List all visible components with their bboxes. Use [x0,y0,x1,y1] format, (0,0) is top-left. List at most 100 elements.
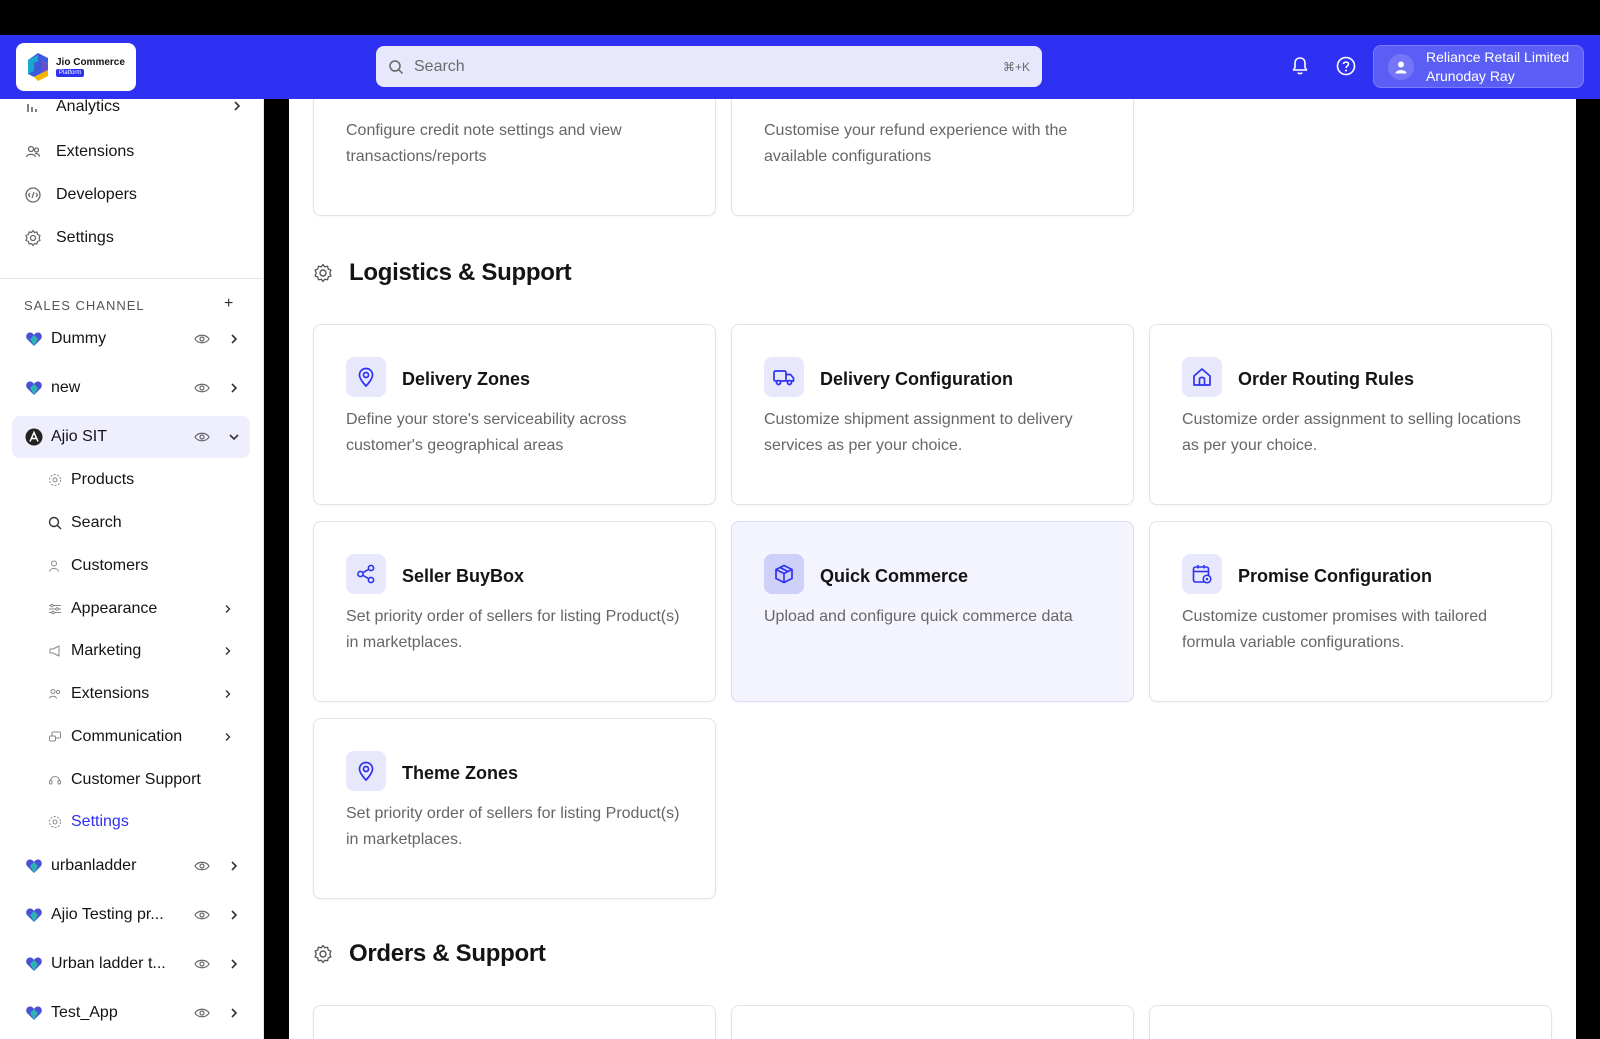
orders-card-1[interactable] [313,1005,716,1039]
orders-card-3[interactable] [1149,1005,1552,1039]
credit-note-card[interactable]: Configure credit note settings and view … [313,99,716,216]
chevron-right-icon[interactable] [227,908,241,922]
card-title: Promise Configuration [1238,566,1433,586]
global-search[interactable]: ⌘+K [376,46,1042,87]
user-name: Arunoday Ray [1426,67,1515,84]
sidebar-item-analytics[interactable]: Analytics [24,99,244,119]
eye-icon[interactable] [194,957,210,971]
channel-logo-icon [26,908,42,922]
channel-dummy[interactable]: Dummy [12,318,250,360]
subnav-search[interactable]: Search [48,512,244,534]
subnav-appearance[interactable]: Appearance [48,598,244,620]
add-sales-channel-button[interactable]: + [224,295,233,313]
refund-card[interactable]: Customise your refund experience with th… [731,99,1134,216]
channel-label: Dummy [51,330,107,347]
card-icon-box [1182,554,1222,594]
user-org: Reliance Retail Limited [1426,48,1570,65]
logo-icon [28,53,48,81]
section-title: Orders & Support [349,940,546,967]
subnav-label: Appearance [71,600,158,617]
chat-icon [49,731,61,742]
eye-icon[interactable] [194,908,210,922]
search-input[interactable] [414,57,1003,76]
chevron-down-icon[interactable] [227,430,241,444]
channel-label: Ajio Testing pr... [51,906,164,923]
user-menu[interactable]: Reliance Retail Limited Arunoday Ray [1373,45,1584,88]
card-description: Customize order assignment to selling lo… [1182,411,1521,454]
subnav-label: Customer Support [71,771,201,788]
search-icon [389,59,404,74]
subnav-label: Communication [71,728,183,745]
chevron-right-icon[interactable] [227,957,241,971]
subnav-communication[interactable]: Communication [48,726,244,748]
brand-name: Jio Commerce [56,57,125,68]
channel-urban-ladder-t[interactable]: Urban ladder t... [12,943,250,985]
search-shortcut: ⌘+K [1002,59,1030,74]
channel-ajio-testing[interactable]: Ajio Testing pr... [12,894,250,936]
chevron-right-icon [225,647,231,655]
bar-chart-icon [27,104,37,112]
eye-icon[interactable] [194,859,210,873]
card-title: Delivery Configuration [820,369,1014,389]
chevron-right-icon[interactable] [227,381,241,395]
help-icon[interactable] [1335,55,1357,77]
promise-configuration-card[interactable]: Promise Configuration Customize customer… [1149,521,1552,702]
section-logistics: Logistics & Support [313,259,572,287]
sidebar-item-developers[interactable]: Developers [24,183,244,207]
chevron-right-icon [234,101,241,111]
subnav-marketing[interactable]: Marketing [48,640,244,662]
eye-icon[interactable] [194,1006,210,1020]
delivery-zones-card[interactable]: Delivery Zones Define your store's servi… [313,324,716,505]
eye-icon[interactable] [194,332,210,346]
chevron-right-icon [225,733,231,741]
map-pin-icon [358,761,374,782]
subnav-products[interactable]: Products [48,469,244,491]
chevron-right-icon[interactable] [227,332,241,346]
brand-badge: Platform [56,69,85,77]
card-title: Delivery Zones [402,369,531,389]
settings-content: Configure credit note settings and view … [289,99,1576,1039]
box-icon [775,564,793,584]
subnav-customers[interactable]: Customers [48,555,244,577]
eye-icon[interactable] [194,381,210,395]
chevron-right-icon[interactable] [227,859,241,873]
subnav-settings[interactable]: Settings [48,811,244,833]
channel-ajio-sit[interactable]: Ajio SIT [12,416,250,458]
channel-test-app[interactable]: Test_App [12,992,250,1034]
ajio-logo-icon [25,428,43,446]
theme-zones-card[interactable]: Theme Zones Set priority order of seller… [313,718,716,899]
channel-new[interactable]: new [12,367,250,409]
card-title: Seller BuyBox [402,566,525,586]
chevron-right-icon[interactable] [227,1006,241,1020]
card-description: Customize shipment assignment to deliver… [764,411,1073,454]
subnav-label: Search [71,514,122,531]
gear-icon [314,944,332,964]
brand-logo[interactable]: Jio Commerce Platform [16,43,136,91]
channel-logo-icon [26,381,42,395]
sidebar-item-settings[interactable]: Settings [24,226,244,250]
subnav-label: Extensions [71,685,150,702]
developers-icon [25,187,41,203]
gear-icon [49,816,61,828]
bell-icon[interactable] [1289,55,1311,77]
seller-buybox-card[interactable]: Seller BuyBox Set priority order of sell… [313,521,716,702]
quick-commerce-card[interactable]: Quick Commerce Upload and configure quic… [731,521,1134,702]
search-icon [48,516,62,530]
orders-card-2[interactable] [731,1005,1134,1039]
sidebar: Analytics Extensions Developers Settings… [0,99,264,1039]
top-bar [0,0,1600,35]
share-icon [357,564,375,584]
card-description: Define your store's serviceability acros… [346,411,627,454]
card-description: Customize customer promises with tailore… [1182,608,1487,651]
channel-logo-icon [26,332,42,346]
sidebar-item-extensions[interactable]: Extensions [24,140,244,164]
eye-icon[interactable] [194,430,210,444]
gear-icon [25,229,41,247]
delivery-configuration-card[interactable]: Delivery Configuration Customize shipmen… [731,324,1134,505]
channel-urbanladder[interactable]: urbanladder [12,845,250,887]
subnav-extensions[interactable]: Extensions [48,683,244,705]
channel-label: Test_App [51,1004,118,1021]
order-routing-rules-card[interactable]: Order Routing Rules Customize order assi… [1149,324,1552,505]
channel-logo-icon [26,1006,42,1020]
subnav-customer-support[interactable]: Customer Support [48,769,244,791]
